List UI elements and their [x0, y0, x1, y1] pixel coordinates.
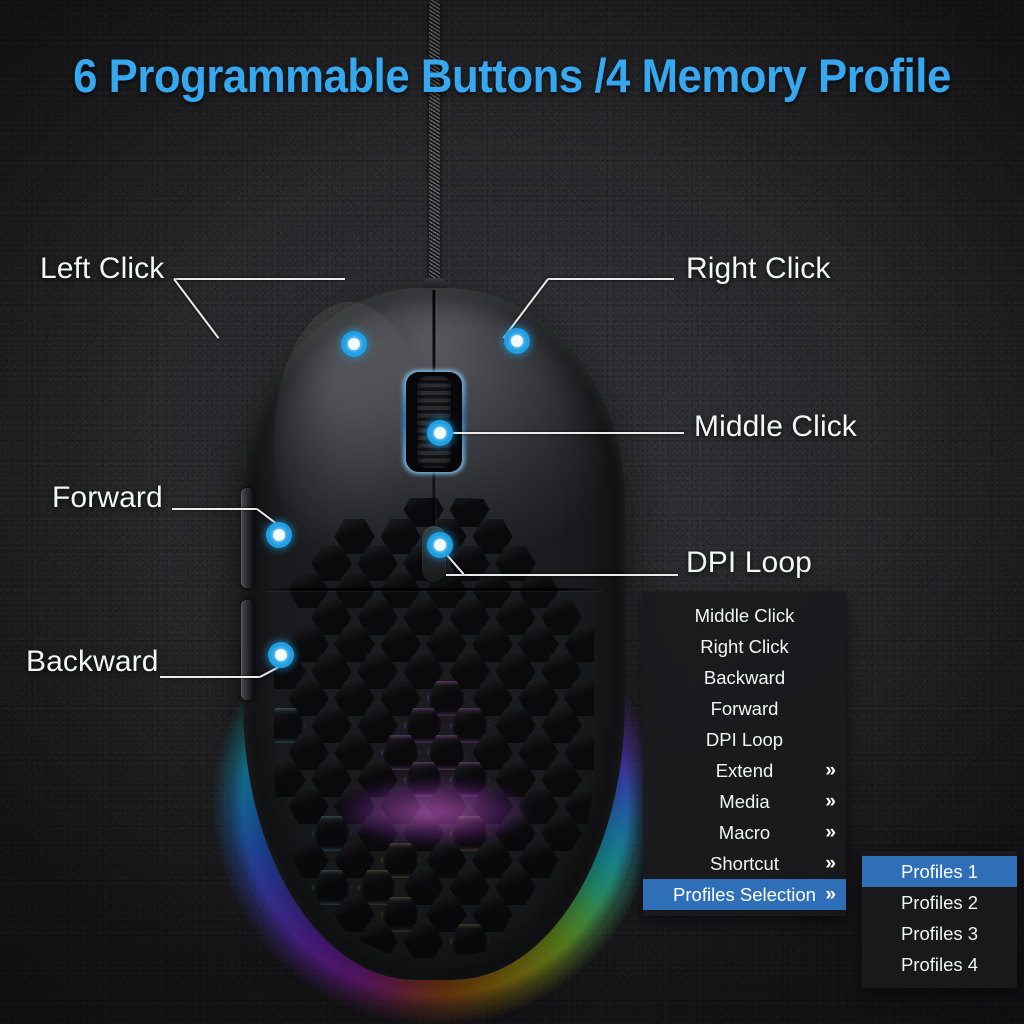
context-menu-item-label: Shortcut — [710, 852, 779, 874]
leader-line-backward-h — [160, 676, 260, 678]
context-menu-item-label: Profiles Selection — [673, 883, 816, 905]
context-menu-item-label: Macro — [718, 821, 771, 843]
context-menu-item-0[interactable]: Middle Click — [643, 600, 846, 631]
context-menu-item-label: Forward — [710, 697, 779, 719]
chevron-right-icon: » — [825, 822, 835, 843]
chevron-right-icon: » — [825, 884, 835, 905]
profiles-submenu-item-label: Profiles 1 — [900, 860, 979, 882]
context-menu-item-6[interactable]: Media » — [643, 786, 846, 817]
context-menu-item-2[interactable]: Backward — [643, 662, 846, 693]
callout-label-forward: Forward — [52, 481, 163, 514]
marker-right-click[interactable] — [504, 328, 530, 354]
context-menu-item-label: Middle Click — [694, 604, 795, 626]
braided-cable — [429, 0, 440, 290]
context-menu-item-1[interactable]: Right Click — [643, 631, 846, 662]
leader-line-forward-h — [172, 508, 257, 510]
callout-label-dpi-loop: DPI Loop — [686, 546, 812, 579]
callout-label-backward: Backward — [26, 645, 159, 678]
context-menu-item-label: Extend — [715, 759, 774, 781]
leader-line-right-click-h — [548, 278, 674, 280]
context-menu-item-label: DPI Loop — [705, 728, 784, 750]
profiles-submenu-item-3[interactable]: Profiles 4 — [862, 949, 1017, 980]
callout-label-left-click: Left Click — [40, 252, 165, 285]
profiles-submenu-item-label: Profiles 2 — [900, 891, 979, 913]
marker-forward[interactable] — [266, 522, 292, 548]
profiles-submenu-item-label: Profiles 4 — [900, 953, 979, 975]
chevron-right-icon: » — [825, 791, 835, 812]
chevron-right-icon: » — [825, 853, 835, 874]
callout-label-right-click: Right Click — [686, 252, 831, 285]
gaming-mouse — [241, 288, 625, 980]
context-menu-item-8[interactable]: Shortcut » — [643, 848, 846, 879]
context-menu-item-7[interactable]: Macro » — [643, 817, 846, 848]
leader-line-left-click-h — [174, 278, 345, 280]
infographic-canvas: 6 Programmable Buttons /4 Memory Profile… — [0, 0, 1024, 1024]
callout-label-middle-click: Middle Click — [694, 410, 857, 443]
context-menu-item-label: Right Click — [700, 635, 789, 657]
leader-line-left-click-d — [173, 278, 220, 339]
profiles-submenu-item-0[interactable]: Profiles 1 — [862, 856, 1017, 887]
page-title: 6 Programmable Buttons /4 Memory Profile — [73, 49, 951, 102]
side-button-forward[interactable] — [241, 488, 254, 588]
side-button-backward[interactable] — [241, 600, 254, 700]
chevron-right-icon: » — [825, 760, 835, 781]
context-menu-item-3[interactable]: Forward — [643, 693, 846, 724]
context-menu-item-5[interactable]: Extend » — [643, 755, 846, 786]
leader-line-dpi-loop-h — [446, 574, 678, 576]
context-menu-item-4[interactable]: DPI Loop — [643, 724, 846, 755]
marker-dpi-loop[interactable] — [427, 532, 453, 558]
button-seam-horizontal — [265, 588, 603, 591]
leader-line-middle-click — [444, 432, 684, 434]
profiles-submenu-item-2[interactable]: Profiles 3 — [862, 918, 1017, 949]
context-menu-item-label: Media — [719, 790, 770, 812]
marker-backward[interactable] — [268, 642, 294, 668]
context-menu-item-9[interactable]: Profiles Selection » — [643, 879, 846, 910]
context-menu[interactable]: Middle Click Right Click Backward Forward DP… — [643, 592, 846, 916]
marker-middle-click[interactable] — [427, 420, 453, 446]
profiles-submenu[interactable]: Profiles 1 Profiles 2 Profiles 3 Profiles 4 — [862, 851, 1017, 988]
context-menu-item-label: Backward — [703, 666, 786, 688]
profiles-submenu-item-label: Profiles 3 — [900, 922, 979, 944]
marker-left-click[interactable] — [341, 331, 367, 357]
profiles-submenu-item-1[interactable]: Profiles 2 — [862, 887, 1017, 918]
